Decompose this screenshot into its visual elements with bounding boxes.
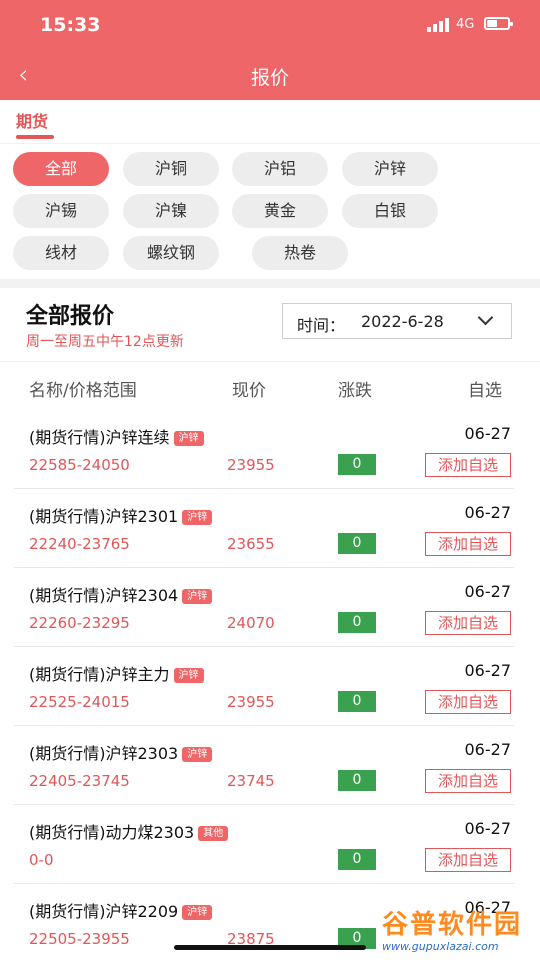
date-label: 时间：: [297, 316, 346, 335]
row-change: 0: [338, 849, 376, 870]
filter-chip-tin[interactable]: 沪锡: [13, 194, 109, 228]
signal-icon: [427, 18, 451, 32]
add-watchlist-button[interactable]: 添加自选: [425, 690, 511, 714]
chevron-down-icon: [477, 309, 494, 326]
row-name-cell: (期货行情)沪锌主力 沪锌: [29, 661, 204, 685]
filter-chip-silver[interactable]: 白银: [342, 194, 438, 228]
tab-futures[interactable]: 期货: [16, 108, 48, 132]
row-name: (期货行情)沪锌连续: [29, 428, 170, 447]
table-row[interactable]: (期货行情)沪锌2304 沪锌 06-27 22260-23295 24070 0…: [0, 568, 540, 647]
row-range: 22405-23745: [29, 772, 130, 790]
row-price: 23655: [227, 535, 275, 553]
table-row[interactable]: (期货行情)沪锌2301 沪锌 06-27 22240-23765 23655 0…: [0, 489, 540, 568]
header-watchlist: 自选: [468, 381, 502, 401]
row-tag: 沪锌: [182, 510, 213, 525]
quote-summary: 全部报价 周一至周五中午12点更新 时间： 2022-6-28: [0, 288, 540, 360]
row-name: (期货行情)动力煤2303: [29, 823, 195, 842]
row-range: 22260-23295: [29, 614, 130, 632]
page-title: 报价: [250, 67, 289, 89]
row-name-cell: (期货行情)动力煤2303 其他: [29, 819, 229, 843]
filter-chip-gold[interactable]: 黄金: [232, 194, 328, 228]
home-indicator: [174, 945, 366, 950]
filter-chip-rebar[interactable]: 螺纹钢: [123, 236, 219, 270]
nav-bar: ‹ 报价: [0, 50, 540, 100]
row-tag: 沪锌: [182, 747, 213, 762]
row-tag: 沪锌: [182, 905, 213, 920]
add-watchlist-button[interactable]: 添加自选: [425, 611, 511, 635]
site-watermark: 谷普软件园 www.gupuxlazai.com: [378, 904, 538, 956]
row-name-cell: (期货行情)沪锌2304 沪锌: [29, 582, 213, 606]
row-date: 06-27: [464, 740, 512, 759]
row-tag: 其他: [198, 826, 229, 841]
row-price: 23955: [227, 693, 275, 711]
row-change: 0: [338, 612, 376, 633]
row-price: 24070: [227, 614, 275, 632]
status-bar: 15:33 4G: [0, 0, 540, 50]
filter-chip-aluminum[interactable]: 沪铝: [232, 152, 328, 186]
row-tag: 沪锌: [182, 589, 213, 604]
row-range: 22505-23955: [29, 930, 130, 948]
network-type: 4G: [456, 17, 475, 32]
watermark-title: 谷普软件园: [382, 910, 523, 940]
row-date: 06-27: [464, 661, 512, 680]
status-time: 15:33: [40, 14, 101, 36]
table-row[interactable]: (期货行情)动力煤2303 其他 06-27 0-0 0 添加自选: [0, 805, 540, 884]
battery-icon: [484, 17, 513, 30]
add-watchlist-button[interactable]: 添加自选: [425, 769, 511, 793]
add-watchlist-button[interactable]: 添加自选: [425, 532, 511, 556]
row-name-cell: (期货行情)沪锌连续 沪锌: [29, 424, 204, 448]
row-change: 0: [338, 691, 376, 712]
row-date: 06-27: [464, 582, 512, 601]
filter-chip-wire-rod[interactable]: 线材: [13, 236, 109, 270]
date-value: 2022-6-28: [361, 312, 444, 331]
row-change: 0: [338, 454, 376, 475]
watermark-url: www.gupuxlazai.com: [382, 940, 499, 953]
row-range: 22525-24015: [29, 693, 130, 711]
row-date: 06-27: [464, 503, 512, 522]
row-name-cell: (期货行情)沪锌2301 沪锌: [29, 503, 213, 527]
row-name: (期货行情)沪锌2301: [29, 507, 179, 526]
row-date: 06-27: [464, 424, 512, 443]
table-row[interactable]: (期货行情)沪锌主力 沪锌 06-27 22525-24015 23955 0 添…: [0, 647, 540, 726]
add-watchlist-button[interactable]: 添加自选: [425, 848, 511, 872]
row-change: 0: [338, 770, 376, 791]
filter-chip-hot-rolled[interactable]: 热卷: [252, 236, 348, 270]
header-price: 现价: [232, 381, 266, 401]
tab-active-indicator: [16, 135, 54, 139]
header-change: 涨跌: [338, 381, 372, 401]
row-price: 23955: [227, 456, 275, 474]
row-range: 22240-23765: [29, 535, 130, 553]
row-name: (期货行情)沪锌2303: [29, 744, 179, 763]
section-divider: [0, 279, 540, 288]
row-range: 0-0: [29, 851, 54, 869]
row-change: 0: [338, 533, 376, 554]
row-tag: 沪锌: [173, 668, 204, 683]
filter-chip-nickel[interactable]: 沪镍: [123, 194, 219, 228]
table-row[interactable]: (期货行情)沪锌连续 沪锌 06-27 22585-24050 23955 0 添…: [0, 410, 540, 489]
row-name-cell: (期货行情)沪锌2209 沪锌: [29, 898, 213, 922]
row-name-cell: (期货行情)沪锌2303 沪锌: [29, 740, 213, 764]
row-date: 06-27: [464, 819, 512, 838]
table-header: 名称/价格范围 现价 涨跌 自选: [0, 361, 540, 411]
row-name: (期货行情)沪锌主力: [29, 665, 170, 684]
add-watchlist-button[interactable]: 添加自选: [425, 453, 511, 477]
table-row[interactable]: (期货行情)沪锌2303 沪锌 06-27 22405-23745 23745 0…: [0, 726, 540, 805]
row-range: 22585-24050: [29, 456, 130, 474]
category-tabs: 期货: [0, 100, 540, 144]
row-name: (期货行情)沪锌2209: [29, 902, 179, 921]
update-note: 周一至周五中午12点更新: [26, 334, 184, 350]
row-tag: 沪锌: [173, 431, 204, 446]
filter-chip-copper[interactable]: 沪铜: [123, 152, 219, 186]
row-name: (期货行情)沪锌2304: [29, 586, 179, 605]
filter-chip-all[interactable]: 全部: [13, 152, 109, 186]
row-price: 23745: [227, 772, 275, 790]
filter-chip-zinc[interactable]: 沪锌: [342, 152, 438, 186]
section-title: 全部报价: [26, 304, 115, 329]
date-picker[interactable]: 时间： 2022-6-28: [282, 303, 512, 339]
filter-chip-group: 全部 沪铜 沪铝 沪锌 沪锡 沪镍 黄金 白银 线材 螺纹钢 热卷: [0, 143, 540, 280]
header-name: 名称/价格范围: [29, 381, 137, 401]
